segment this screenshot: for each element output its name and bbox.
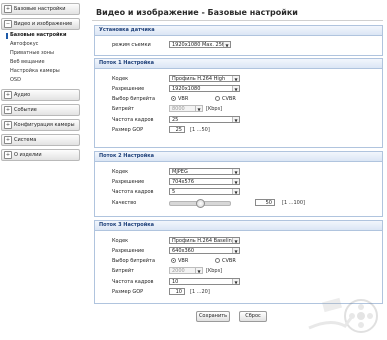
sidebar-section-video[interactable]: − Видео и изображение Базовые настройки А… [1,18,80,86]
group-header: Поток 1 Настройка [95,59,382,69]
stream1-gop-input[interactable]: 25 [169,126,185,133]
field-label: Кодек [112,168,129,175]
film-reel-watermark-icon [308,297,378,333]
expand-icon[interactable]: + [4,5,12,13]
stream1-vbr-radio[interactable]: VBR [171,96,188,102]
field-label: Размер GOP [112,126,144,133]
sidebar: + Базовые настройки − Видео и изображение … [0,0,80,161]
stream1-fps-select[interactable]: 25 ▼ [169,116,240,123]
stream1-cbr-radio[interactable]: CVBR [215,96,236,102]
stream1-bitrate-select[interactable]: 8000 ▼ [169,105,203,112]
field-label: Разрешение [112,178,145,185]
sidebar-section-basic[interactable]: + Базовые настройки [1,3,80,15]
sidebar-item-basic-settings[interactable]: Базовые настройки [5,31,80,40]
sidebar-item-privacy-zones[interactable]: Приватные зоны [5,49,80,58]
sidebar-section-audio[interactable]: + Аудио [1,89,80,101]
field-label: Битрейт [112,267,135,274]
stream3-bitrate-select[interactable]: 2000 ▼ [169,267,203,274]
expand-icon[interactable]: + [4,91,12,99]
chevron-down-icon[interactable]: ▼ [232,86,239,91]
capture-mode-select[interactable]: 1920x1080 Max. 25fps ▼ [169,41,231,48]
field-label: Качество [112,199,137,206]
chevron-down-icon[interactable]: ▼ [232,238,239,243]
field-label: Выбор битрейта [112,257,156,264]
chevron-down-icon[interactable]: ▼ [232,189,239,194]
stream3-cbr-radio[interactable]: CVBR [215,258,236,264]
page-title: Видео и изображение - Базовые настройки [96,8,298,17]
slider-thumb[interactable] [196,199,205,208]
stream2-codec-select[interactable]: MJPEG ▼ [169,168,240,175]
chevron-down-icon[interactable]: ▼ [195,268,202,273]
expand-icon[interactable]: + [4,106,12,114]
chevron-down-icon[interactable]: ▼ [232,76,239,81]
stream3-codec-select[interactable]: Профиль H.264 Baseline ▼ [169,237,240,244]
field-label: Разрешение [112,247,145,254]
sidebar-section-label[interactable]: Базовые настройки [14,6,66,12]
field-label: режим съемки [112,41,151,48]
sidebar-section-system[interactable]: + Система [1,134,80,146]
expand-icon[interactable]: + [4,121,12,129]
field-label: Размер GOP [112,288,144,295]
expand-icon[interactable]: + [4,136,12,144]
radio-selected-icon [171,258,176,263]
group-header: Поток 2 Настройка [95,152,382,162]
stream3-gop-input[interactable]: 10 [169,288,185,295]
sidebar-section-about[interactable]: + О изделии [1,149,80,161]
chevron-down-icon[interactable]: ▼ [223,42,230,47]
expand-icon[interactable]: + [4,151,12,159]
sidebar-section-label[interactable]: Видео и изображение [14,21,72,27]
field-label: Частота кадров [112,116,154,123]
sidebar-item-osd[interactable]: OSD [5,76,80,85]
sensor-group: Установка датчика режим съемки 1920x1080… [94,25,383,56]
field-label: Частота кадров [112,278,154,285]
chevron-down-icon[interactable]: ▼ [232,117,239,122]
chevron-down-icon[interactable]: ▼ [232,248,239,253]
sidebar-item-autofocus[interactable]: Автофокус [5,40,80,49]
title-divider [92,20,383,21]
stream1-group: Поток 1 Настройка Кодек Профиль H.264 Hi… [94,58,383,148]
field-label: Битрейт [112,105,135,112]
field-label: Разрешение [112,85,145,92]
chevron-down-icon[interactable]: ▼ [232,179,239,184]
radio-selected-icon [171,96,176,101]
field-label: Кодек [112,237,129,244]
field-label: Кодек [112,75,129,82]
sidebar-item-web-streaming[interactable]: Веб вещание [5,58,80,67]
unit-label: [Kbps] [206,267,223,274]
save-button[interactable]: Сохранить [196,311,230,322]
unit-label: [Kbps] [206,105,223,112]
range-hint: [1 ...50] [190,126,210,133]
stream1-codec-select[interactable]: Профиль H.264 High ▼ [169,75,240,82]
field-label: Выбор битрейта [112,95,156,102]
stream2-quality-input[interactable]: 50 [255,199,275,206]
sidebar-item-camera-settings[interactable]: Настройка камеры [5,67,80,76]
reset-button[interactable]: Сброс [239,311,267,322]
main-content: Видео и изображение - Базовые настройки … [88,0,387,340]
collapse-icon[interactable]: − [4,20,12,28]
radio-icon [215,96,220,101]
range-hint: [1 ...20] [190,288,210,295]
radio-icon [215,258,220,263]
stream2-fps-select[interactable]: 5 ▼ [169,188,240,195]
group-header: Установка датчика [95,26,382,36]
stream1-resolution-select[interactable]: 1920x1080 ▼ [169,85,240,92]
sidebar-section-camera-config[interactable]: + Конфигурация камеры [1,119,80,131]
range-hint: [1 ...100] [282,199,305,206]
stream2-quality-slider[interactable] [169,199,231,208]
stream3-fps-select[interactable]: 10 ▼ [169,278,240,285]
field-label: Частота кадров [112,188,154,195]
chevron-down-icon[interactable]: ▼ [232,279,239,284]
stream3-vbr-radio[interactable]: VBR [171,258,188,264]
chevron-down-icon[interactable]: ▼ [232,169,239,174]
group-header: Поток 3 Настройка [95,221,382,231]
chevron-down-icon[interactable]: ▼ [195,106,202,111]
stream2-group: Поток 2 Настройка Кодек MJPEG ▼ Разрешени… [94,151,383,217]
sidebar-section-event[interactable]: + Событие [1,104,80,116]
stream2-resolution-select[interactable]: 704x576 ▼ [169,178,240,185]
stream3-resolution-select[interactable]: 640x360 ▼ [169,247,240,254]
